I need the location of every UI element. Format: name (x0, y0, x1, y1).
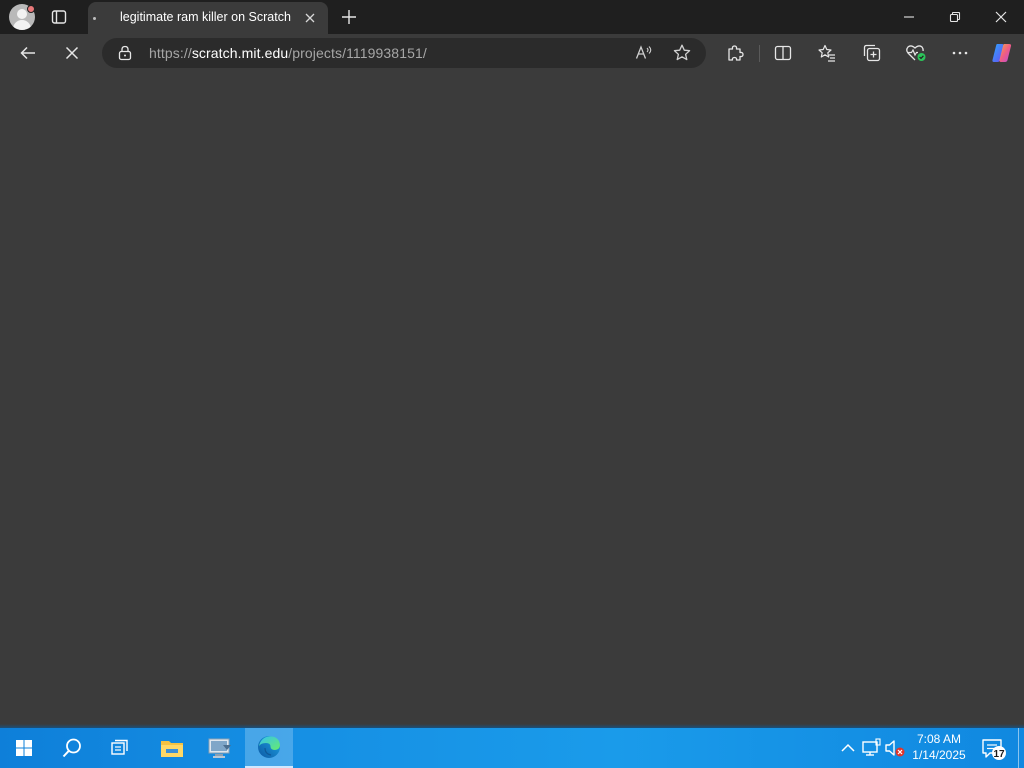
split-screen-icon (774, 45, 792, 61)
tray-overflow-chevron-up-icon[interactable] (838, 738, 858, 758)
ellipsis-icon (952, 51, 968, 55)
toolbar-divider (759, 45, 760, 62)
stop-loading-button[interactable] (58, 40, 86, 66)
folder-icon (161, 741, 183, 757)
task-view-icon (111, 739, 128, 755)
url-text[interactable]: https://scratch.mit.edu/projects/1119938… (149, 45, 427, 61)
search-icon (62, 738, 81, 758)
monitor-app-icon (208, 738, 231, 758)
copilot-icon (992, 44, 1012, 62)
browser-toolbar: https://scratch.mit.edu/projects/1119938… (0, 34, 1024, 72)
taskbar-clock[interactable]: 7:08 AM 1/14/2025 (905, 731, 973, 763)
plus-icon (342, 10, 356, 24)
tab-close-icon[interactable] (303, 11, 317, 25)
show-desktop-button[interactable] (1018, 728, 1019, 768)
close-icon (995, 11, 1007, 23)
search-button[interactable] (48, 728, 96, 768)
favorites-button[interactable] (813, 40, 841, 66)
star-icon[interactable] (672, 43, 692, 63)
minimize-icon (904, 16, 914, 18)
minimize-button[interactable] (886, 0, 932, 34)
puzzle-icon (728, 45, 744, 61)
close-window-button[interactable] (978, 0, 1024, 34)
back-button[interactable] (14, 40, 42, 66)
clock-date: 1/14/2025 (912, 748, 966, 762)
url-host: scratch.mit.edu (191, 45, 289, 61)
heart-pulse-icon (906, 45, 926, 61)
windows-taskbar: 7:08 AM 1/14/2025 17 (0, 728, 1024, 768)
back-arrow-icon (20, 46, 35, 60)
url-scheme: https:// (149, 45, 192, 61)
profile-notification-dot (27, 5, 35, 13)
remote-desktop-button[interactable] (196, 728, 244, 768)
task-view-button[interactable] (96, 728, 144, 768)
tab-title: legitimate ram killer on Scratch (120, 10, 291, 24)
more-options-button[interactable] (946, 40, 974, 66)
stop-loading-icon (65, 46, 79, 60)
volume-muted-icon[interactable] (884, 738, 905, 758)
web-page-content[interactable] (0, 72, 1024, 726)
network-icon[interactable] (861, 738, 881, 758)
notification-count: 17 (993, 749, 1005, 760)
browser-title-bar: legitimate ram killer on Scratch (0, 0, 1024, 34)
lock-icon[interactable] (118, 45, 132, 66)
collections-button[interactable] (858, 40, 886, 66)
start-button[interactable] (0, 728, 48, 768)
tab-favicon-icon (93, 17, 96, 20)
restore-button[interactable] (932, 0, 978, 34)
edge-taskbar-button[interactable] (245, 728, 293, 768)
extensions-button[interactable] (721, 40, 749, 66)
url-path: /projects/1119938151/ (288, 45, 427, 61)
tab-actions-icon[interactable] (50, 8, 68, 26)
copilot-button[interactable] (988, 40, 1016, 66)
split-screen-button[interactable] (769, 40, 797, 66)
action-center-button[interactable]: 17 (980, 737, 1008, 761)
new-tab-button[interactable] (339, 7, 359, 27)
file-explorer-button[interactable] (148, 728, 196, 768)
favorites-icon (818, 44, 835, 62)
tab-active[interactable]: legitimate ram killer on Scratch (88, 2, 328, 34)
browser-essentials-button[interactable] (902, 40, 930, 66)
read-aloud-icon[interactable] (634, 43, 654, 63)
restore-icon (949, 11, 961, 23)
collections-icon (863, 44, 881, 62)
edge-icon (258, 736, 280, 758)
address-bar[interactable]: https://scratch.mit.edu/projects/1119938… (102, 38, 706, 68)
windows-logo-icon (16, 740, 32, 756)
clock-time: 7:08 AM (916, 732, 962, 746)
